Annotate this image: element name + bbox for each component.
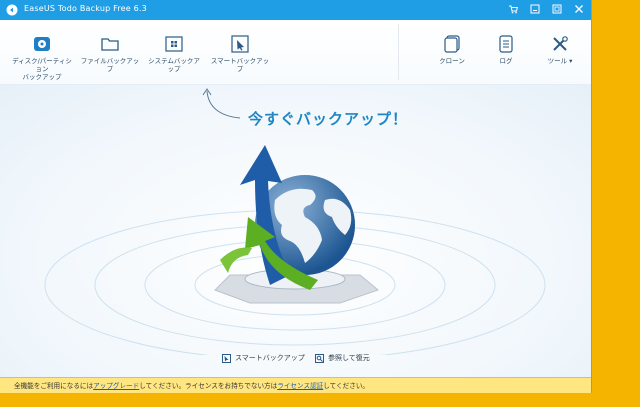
smart-backup-link-icon (222, 353, 231, 363)
folder-icon (100, 34, 120, 54)
cart-icon[interactable] (507, 3, 519, 15)
maximize-button[interactable] (551, 3, 563, 15)
license-activation-link[interactable]: ライセンス認証 (277, 382, 323, 390)
clone-icon (442, 34, 462, 54)
log-icon (496, 34, 516, 54)
backup-illustration (44, 145, 546, 355)
status-text-1: 全機能をご利用になるには (14, 382, 94, 390)
browse-restore-icon (315, 353, 324, 363)
close-button[interactable] (573, 3, 585, 15)
system-backup-button[interactable]: システムバックアップ (145, 34, 203, 73)
app-window: EaseUS Todo Backup Free 6.3 ディスク/パーティション… (0, 0, 591, 393)
file-backup-label: ファイルバックアップ (80, 57, 140, 73)
title-bar: EaseUS Todo Backup Free 6.3 (0, 0, 591, 20)
dropdown-caret-icon: ▾ (567, 57, 573, 65)
cursor-icon (230, 34, 250, 54)
app-logo-icon (6, 4, 18, 16)
smart-backup-label: スマートバックアップ (210, 57, 270, 73)
disk-partition-backup-label: ディスク/パーティション バックアップ (12, 57, 72, 81)
browse-restore-link[interactable]: 参照して復元 (315, 353, 370, 363)
system-backup-label: システムバックアップ (148, 57, 200, 73)
disk-partition-backup-button[interactable]: ディスク/パーティション バックアップ (10, 34, 74, 81)
status-text-2: してください。ライセンスをお持ちでない方は (139, 382, 278, 390)
tools-button[interactable]: ツール ▾ (542, 34, 578, 65)
disk-icon (32, 34, 52, 54)
smart-backup-link-label: スマートバックアップ (235, 354, 305, 362)
curved-arrow-icon (202, 88, 241, 119)
main-content: 今すぐバックアップ！ スマートバックアップ 参照して復元 (0, 85, 591, 377)
minimize-button[interactable] (529, 3, 541, 15)
smart-backup-link[interactable]: スマートバックアップ (222, 353, 305, 363)
license-status-bar: 全機能をご利用になるにはアップグレードしてください。ライセンスをお持ちでない方は… (0, 377, 591, 393)
backup-now-headline: 今すぐバックアップ！ (248, 110, 409, 128)
tools-label-text: ツール (547, 57, 568, 65)
clone-label: クローン (439, 57, 465, 65)
log-label: ログ (499, 57, 513, 65)
file-backup-button[interactable]: ファイルバックアップ (80, 34, 140, 73)
windows-icon (164, 34, 184, 54)
clone-button[interactable]: クローン (432, 34, 472, 65)
wrench-icon (550, 34, 570, 54)
toolbar-divider (398, 24, 399, 80)
smart-backup-button[interactable]: スマートバックアップ (210, 34, 270, 73)
upgrade-link[interactable]: アップグレード (93, 382, 139, 390)
status-text-3: してください。 (323, 382, 370, 390)
main-toolbar: ディスク/パーティション バックアップ ファイルバックアップ システムバックアッ… (0, 20, 591, 85)
log-button[interactable]: ログ (488, 34, 524, 65)
tools-label: ツール ▾ (548, 57, 573, 65)
window-title: EaseUS Todo Backup Free 6.3 (24, 4, 147, 13)
browse-restore-label: 参照して復元 (328, 354, 370, 362)
